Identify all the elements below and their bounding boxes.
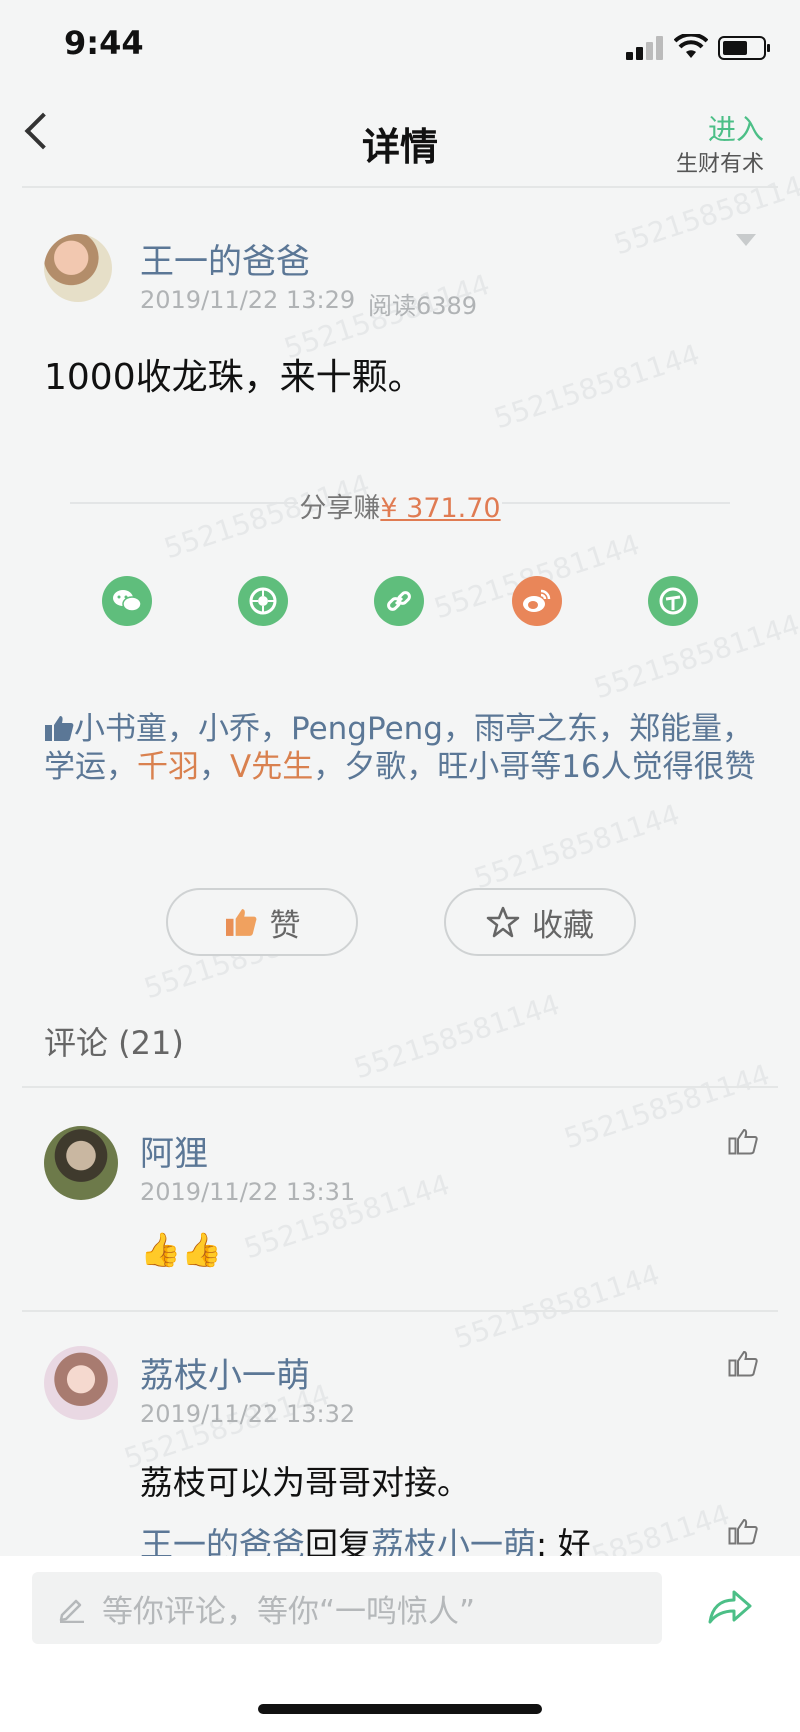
favorite-label: 收藏 (532, 907, 594, 944)
favorite-button[interactable]: 收藏 (444, 888, 636, 956)
comment-date: 2019/11/22 13:32 (140, 1400, 356, 1428)
weibo-share-button[interactable] (512, 576, 562, 626)
likes-suffix: 等16人觉得很赞 (530, 749, 756, 785)
divider (22, 186, 778, 188)
signal-icon (626, 36, 663, 60)
like-button[interactable]: 赞 (166, 888, 358, 956)
separator: ， (106, 749, 137, 785)
likes-list: 小书童，小乔，PengPeng，雨亭之东，郑能量，学运，千羽，V先生，夕歌，旺小… (44, 710, 756, 786)
post-author[interactable]: 王一的爸爸 (140, 234, 310, 283)
battery-icon (718, 36, 770, 60)
separator: ， (442, 711, 474, 747)
post-date: 2019/11/22 13:29 (140, 286, 356, 314)
like-comment-icon[interactable] (728, 1126, 758, 1156)
thumbs-up-icon (45, 716, 74, 741)
liker-name[interactable]: 学运 (44, 749, 106, 785)
liker-name[interactable]: 郑能量 (629, 711, 722, 747)
watermark: 552158581144 (450, 1257, 664, 1356)
separator: ， (313, 749, 345, 785)
like-reply-icon[interactable] (728, 1516, 758, 1546)
liker-name[interactable]: V先生 (230, 749, 313, 785)
share-label: 分享赚 (299, 493, 381, 524)
thumbs-up-icon (225, 909, 256, 936)
avatar[interactable] (44, 1126, 118, 1200)
watermark: 552158581144 (590, 607, 800, 706)
liker-name[interactable]: PengPeng (291, 711, 443, 747)
comment-date: 2019/11/22 13:31 (140, 1178, 356, 1206)
group-name[interactable]: 生财有术 (676, 146, 764, 178)
divider (22, 1086, 778, 1088)
liker-name[interactable]: 小乔 (198, 711, 260, 747)
watermark: 552158581144 (610, 163, 800, 262)
separator: ， (721, 711, 753, 747)
avatar[interactable] (44, 1346, 118, 1420)
watermark: 552158581144 (350, 987, 564, 1086)
separator: ， (199, 749, 230, 785)
dropdown-arrow-icon[interactable] (736, 234, 756, 248)
pencil-icon (59, 1599, 84, 1623)
comment-text: 👍👍 (140, 1230, 223, 1269)
read-count: 阅读6389 (368, 292, 478, 320)
moments-icon (249, 587, 277, 615)
watermark: 552158581144 (470, 797, 684, 896)
comment-placeholder: 等你评论，等你“一鸣惊人” (102, 1593, 476, 1630)
post-text: 1000收龙珠，来十颗。 (44, 357, 424, 398)
moments-share-button[interactable] (238, 576, 288, 626)
watermark: 552158581144 (490, 337, 704, 436)
wechat-icon (113, 590, 142, 612)
liker-name[interactable]: 千羽 (137, 749, 199, 785)
comment-text: 荔枝可以为哥哥对接。 (140, 1463, 470, 1502)
like-label: 赞 (269, 907, 301, 944)
liker-name[interactable]: 小书童 (74, 711, 167, 747)
liker-name[interactable]: 夕歌 (344, 749, 406, 785)
separator: ， (167, 711, 198, 747)
share-earn-label[interactable]: 分享赚¥ 371.70 (0, 486, 800, 525)
miniprogram-share-button[interactable] (648, 576, 698, 626)
like-comment-icon[interactable] (728, 1348, 758, 1378)
home-indicator (258, 1704, 542, 1714)
link-share-button[interactable] (374, 576, 424, 626)
star-icon (486, 906, 520, 938)
comment-author[interactable]: 阿狸 (140, 1126, 208, 1175)
avatar[interactable] (44, 234, 112, 302)
wifi-icon (674, 34, 708, 58)
separator: ， (260, 711, 291, 747)
enter-button[interactable]: 进入 (708, 108, 764, 148)
liker-name[interactable]: 雨亭之东 (474, 711, 598, 747)
status-time: 9:44 (64, 24, 144, 62)
comments-title: 评论 (21) (44, 1024, 184, 1062)
wechat-share-button[interactable] (102, 576, 152, 626)
divider (22, 1310, 778, 1312)
separator: ， (597, 711, 629, 747)
comment-author[interactable]: 荔枝小一萌 (140, 1348, 310, 1397)
share-arrow-icon[interactable] (708, 1588, 752, 1626)
comment-input[interactable]: 等你评论，等你“一鸣惊人” (32, 1572, 662, 1644)
separator: ， (406, 749, 438, 785)
weibo-icon (523, 589, 551, 612)
miniprogram-icon (659, 587, 687, 615)
share-amount[interactable]: ¥ 371.70 (380, 493, 500, 524)
link-icon (387, 591, 411, 611)
liker-name[interactable]: 旺小哥 (437, 749, 530, 785)
